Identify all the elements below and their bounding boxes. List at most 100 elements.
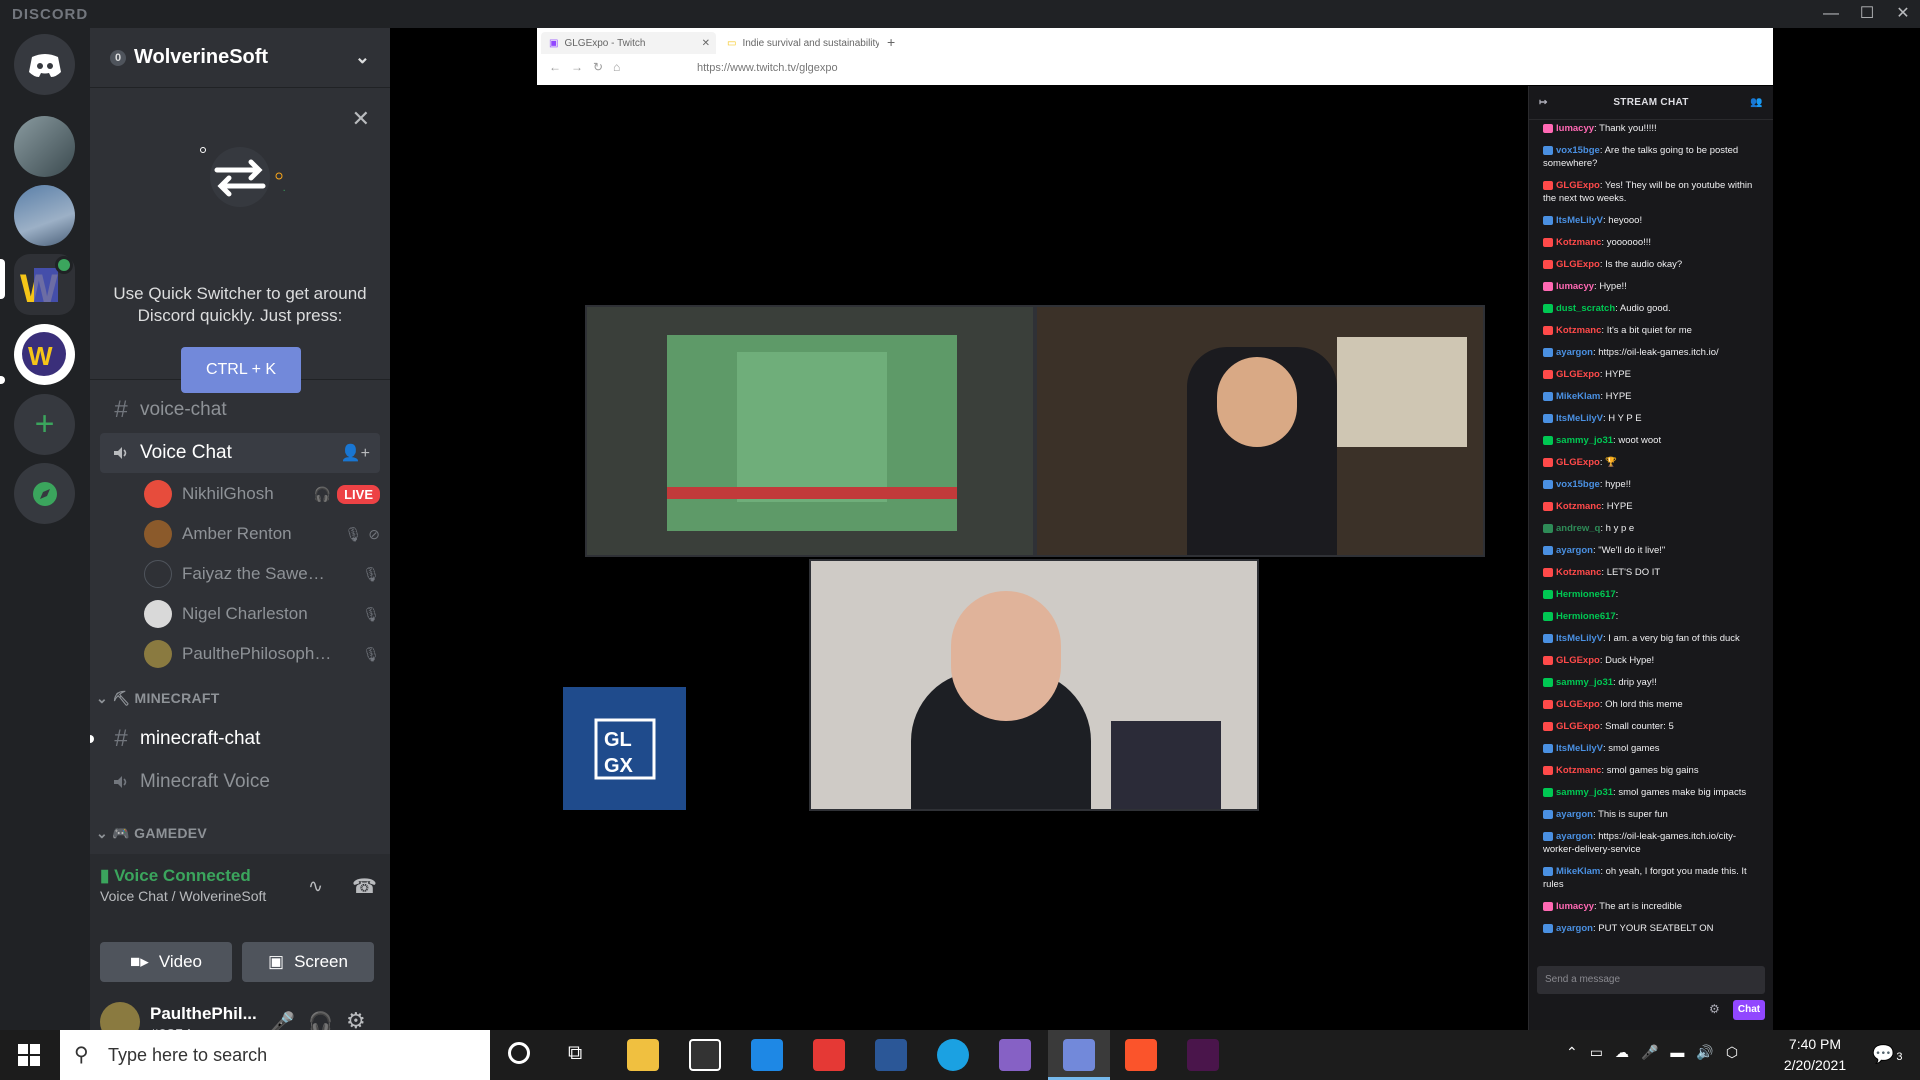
chat-username[interactable]: Kotzmanc	[1556, 237, 1601, 248]
webcam-video[interactable]	[809, 559, 1259, 811]
server-icon[interactable]	[14, 185, 75, 246]
browser-tab[interactable]: ▭ Indie survival and sustainability ✕	[719, 32, 879, 54]
webcam-video[interactable]	[1035, 305, 1485, 557]
chat-username[interactable]: GLGExpo	[1556, 259, 1600, 270]
discord-home-icon[interactable]	[14, 34, 75, 95]
edge-icon[interactable]	[937, 1039, 969, 1071]
stream-viewer[interactable]: ▣ GLGExpo - Twitch ✕ ▭ Indie survival an…	[390, 28, 1920, 1030]
new-tab-icon[interactable]: +	[887, 34, 895, 50]
chat-username[interactable]: lumacyy	[1556, 281, 1594, 292]
visual-studio-icon[interactable]	[999, 1039, 1031, 1071]
chat-username[interactable]: andrew_q	[1556, 523, 1600, 534]
explore-icon[interactable]	[14, 463, 75, 524]
clock[interactable]: 7:40 PM 2/20/2021	[1770, 1034, 1860, 1076]
brave-icon[interactable]	[1125, 1039, 1157, 1071]
chat-message: Kotzmanc: LET'S DO IT	[1543, 566, 1765, 579]
quick-switcher-shortcut-button[interactable]: CTRL + K	[181, 347, 301, 393]
chat-username[interactable]: GLGExpo	[1556, 457, 1600, 468]
noise-suppression-icon[interactable]: ∿	[308, 876, 323, 897]
chat-username[interactable]: GLGExpo	[1556, 655, 1600, 666]
discord-taskbar-icon[interactable]	[1063, 1039, 1095, 1071]
slack-icon[interactable]	[1187, 1039, 1219, 1071]
channel-minecraft-chat[interactable]: # minecraft-chat	[100, 719, 380, 759]
channel-minecraft-voice[interactable]: Minecraft Voice	[100, 762, 380, 802]
task-view-icon[interactable]: ⧉	[568, 1042, 582, 1065]
close-icon[interactable]: ✕	[352, 106, 370, 132]
screen-share-button[interactable]: ▣ Screen	[242, 942, 374, 982]
chat-username[interactable]: sammy_jo31	[1556, 435, 1613, 446]
system-tray-icons[interactable]: ⌃▭☁🎤▬🔊⬡	[1566, 1044, 1750, 1061]
users-icon[interactable]: 👥	[1750, 86, 1763, 120]
chevron-down-icon[interactable]: ⌄	[355, 47, 370, 68]
chat-username[interactable]: vox15bge	[1556, 145, 1600, 156]
guild-header[interactable]: 0 WolverineSoft ⌄	[90, 28, 390, 88]
chat-username[interactable]: Hermione617	[1556, 611, 1616, 622]
word-icon[interactable]	[875, 1039, 907, 1071]
invite-user-icon[interactable]: 👤+	[341, 443, 370, 463]
office-icon[interactable]	[813, 1039, 845, 1071]
chat-message: ItsMeLilyV: I am. a very big fan of this…	[1543, 632, 1765, 645]
voice-user[interactable]: Faiyaz the Sawed of... 🎙	[144, 556, 380, 592]
server-icon[interactable]: W	[14, 324, 75, 385]
glgx-logo[interactable]: GL GX	[563, 687, 686, 810]
notifications-icon[interactable]: 💬 3	[1872, 1044, 1903, 1065]
chat-send-button[interactable]: Chat	[1733, 1000, 1765, 1020]
chat-username[interactable]: dust_scratch	[1556, 303, 1615, 314]
chat-username[interactable]: Kotzmanc	[1556, 325, 1601, 336]
chat-username[interactable]: lumacyy	[1556, 123, 1594, 134]
chat-username[interactable]: ayargon	[1556, 545, 1593, 556]
nav-icons[interactable]: ←→↻⌂	[549, 60, 630, 74]
browser-tab[interactable]: ▣ GLGExpo - Twitch ✕	[541, 32, 716, 54]
chat-username[interactable]: GLGExpo	[1556, 699, 1600, 710]
chat-username[interactable]: ayargon	[1556, 809, 1593, 820]
voice-user[interactable]: Amber Renton 🎙 ⊘	[144, 516, 380, 552]
minimize-icon[interactable]: —	[1816, 2, 1846, 26]
cortana-icon[interactable]	[508, 1042, 530, 1064]
chat-username[interactable]: ayargon	[1556, 831, 1593, 842]
store-icon[interactable]	[689, 1039, 721, 1071]
maximize-icon[interactable]: ☐	[1852, 2, 1882, 26]
address-bar[interactable]: https://www.twitch.tv/glgexpo	[697, 62, 838, 74]
chat-username[interactable]: MikeKlam	[1556, 866, 1600, 877]
chat-username[interactable]: sammy_jo31	[1556, 787, 1613, 798]
chat-username[interactable]: ItsMeLilyV	[1556, 633, 1603, 644]
chat-settings-icon[interactable]: ⚙	[1709, 1002, 1720, 1016]
chat-username[interactable]: Kotzmanc	[1556, 765, 1601, 776]
windows-start-icon[interactable]	[18, 1044, 40, 1071]
chat-username[interactable]: ayargon	[1556, 923, 1593, 934]
category-minecraft[interactable]: ⌄ ⛏ MINECRAFT	[96, 690, 220, 707]
voice-user[interactable]: NikhilGhosh 🎧 LIVE	[144, 476, 380, 512]
chat-username[interactable]: vox15bge	[1556, 479, 1600, 490]
file-explorer-icon[interactable]	[627, 1039, 659, 1071]
server-icon[interactable]	[14, 116, 75, 177]
chat-username[interactable]: sammy_jo31	[1556, 677, 1613, 688]
video-button[interactable]: ■▸ Video	[100, 942, 232, 982]
chat-username[interactable]: GLGExpo	[1556, 369, 1600, 380]
chat-username[interactable]: GLGExpo	[1556, 721, 1600, 732]
chat-username[interactable]: MikeKlam	[1556, 391, 1600, 402]
voice-user[interactable]: Nigel Charleston 🎙	[144, 596, 380, 632]
chat-username[interactable]: Hermione617	[1556, 589, 1616, 600]
game-stream-video[interactable]	[585, 305, 1035, 557]
chat-username[interactable]: Kotzmanc	[1556, 501, 1601, 512]
chat-username[interactable]: ItsMeLilyV	[1556, 215, 1603, 226]
collapse-chat-icon[interactable]: ↦	[1539, 86, 1548, 120]
close-tab-icon[interactable]: ✕	[702, 38, 710, 49]
mail-icon[interactable]	[751, 1039, 783, 1071]
voice-user[interactable]: PaulthePhilosophy... 🎙	[144, 636, 380, 672]
close-icon[interactable]: ✕	[1888, 2, 1918, 26]
channel-voice-chat[interactable]: Voice Chat 👤+	[100, 433, 380, 473]
chat-username[interactable]: ayargon	[1556, 347, 1593, 358]
channel-voice-chat-text[interactable]: # voice-chat	[100, 390, 380, 430]
voice-connection-location[interactable]: Voice Chat / WolverineSoft	[100, 888, 266, 904]
disconnect-icon[interactable]: ☎	[352, 874, 377, 899]
add-server-icon[interactable]: +	[14, 394, 75, 455]
chat-username[interactable]: ItsMeLilyV	[1556, 743, 1603, 754]
category-gamedev[interactable]: ⌄ 🎮 GAMEDEV	[96, 825, 207, 842]
chat-username[interactable]: GLGExpo	[1556, 180, 1600, 191]
chat-username[interactable]: lumacyy	[1556, 901, 1594, 912]
chat-input[interactable]: Send a message	[1537, 966, 1765, 994]
chat-username[interactable]: ItsMeLilyV	[1556, 413, 1603, 424]
taskbar-search[interactable]: ⚲ Type here to search	[60, 1030, 490, 1080]
chat-username[interactable]: Kotzmanc	[1556, 567, 1601, 578]
